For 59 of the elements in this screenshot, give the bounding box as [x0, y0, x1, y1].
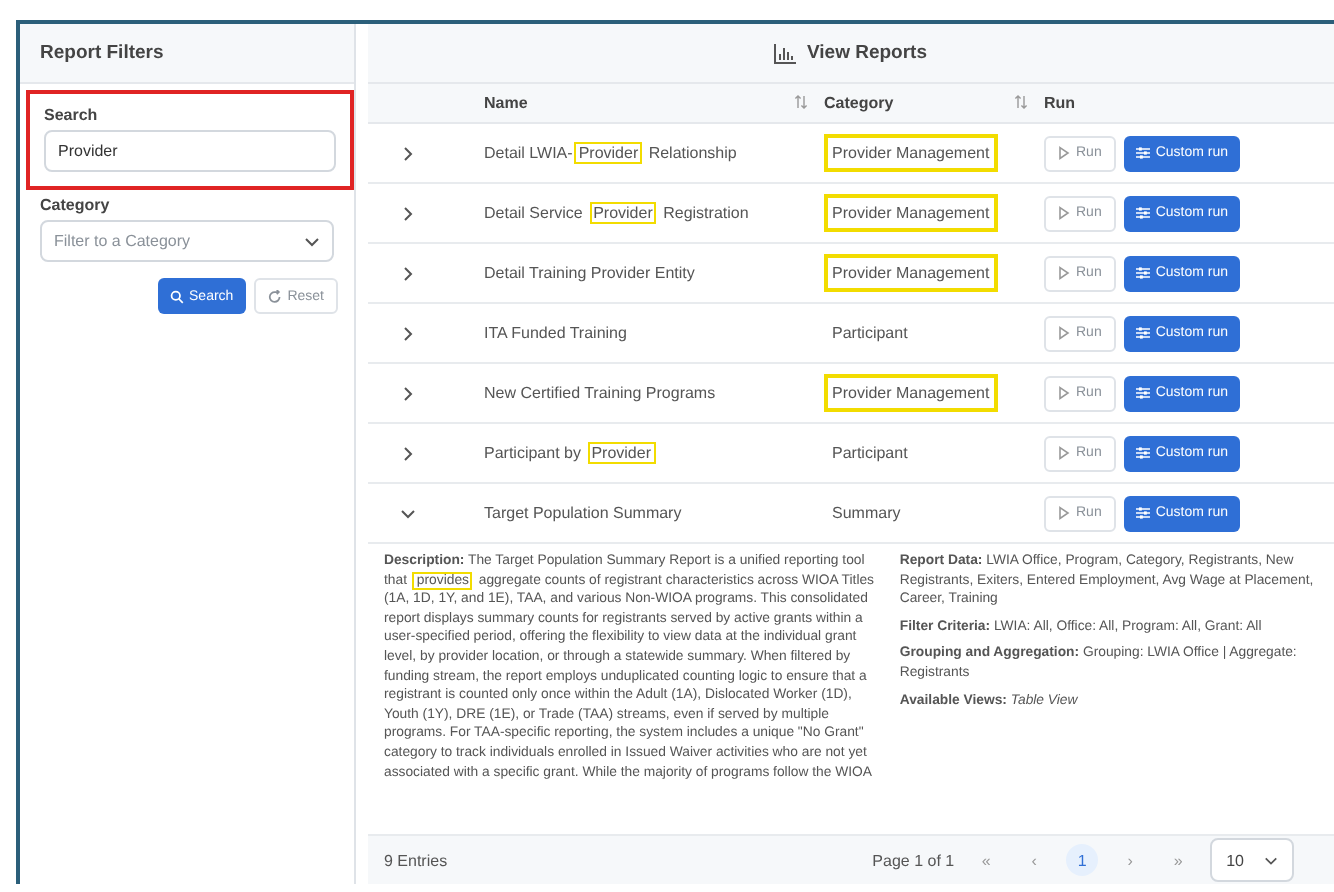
first-page-button[interactable]: « — [970, 844, 1003, 876]
play-icon — [1058, 446, 1070, 460]
chevron-icon[interactable] — [304, 233, 320, 249]
report-name: ITA Funded Training — [484, 324, 629, 342]
sliders-icon — [1135, 266, 1150, 280]
play-icon — [1058, 386, 1070, 400]
report-name: Detail LWIA- Provider Relationship — [484, 144, 739, 162]
play-icon — [1058, 266, 1070, 280]
chevron-icon — [1264, 853, 1278, 867]
play-icon — [1058, 506, 1070, 520]
category-cell: Provider Management — [824, 194, 998, 232]
category-cell: Provider Management — [824, 254, 998, 292]
sliders-icon — [1135, 446, 1150, 460]
sliders-icon — [1135, 206, 1150, 220]
column-header[interactable]: Category — [824, 94, 894, 112]
panel-title: View Reports — [806, 42, 927, 64]
expand-chevron-icon[interactable] — [400, 265, 416, 281]
report-name: New Certified Training Programs — [484, 384, 718, 402]
bar-chart-icon — [774, 43, 797, 63]
report-name: Detail Training Provider Entity — [484, 264, 697, 282]
collapse-chevron-icon[interactable] — [400, 505, 416, 521]
entries-count: 9 Entries — [384, 851, 450, 869]
report-name: Target Population Summary — [484, 504, 684, 522]
expand-chevron-icon[interactable] — [400, 445, 416, 461]
category-cell-text: Participant — [830, 322, 910, 346]
panel-title: Report Filters — [20, 24, 354, 84]
expand-chevron-icon[interactable] — [400, 385, 416, 401]
category-cell-text: Summary — [830, 502, 903, 526]
previous-page-button[interactable]: ‹ — [1018, 844, 1051, 876]
page-size-select[interactable]: 10 — [1210, 838, 1294, 882]
sliders-icon — [1135, 386, 1150, 400]
expand-chevron-icon[interactable] — [400, 145, 416, 161]
search-icon — [169, 289, 184, 303]
category-cell: Provider Management — [824, 134, 998, 172]
field-label: Search — [44, 106, 100, 124]
sort-icon[interactable] — [1014, 94, 1028, 110]
sliders-icon — [1135, 506, 1150, 520]
category-dropdown[interactable]: Filter to a Category — [40, 220, 334, 262]
reset-icon — [267, 289, 282, 303]
page-button[interactable]: 1 — [1066, 844, 1099, 876]
category-cell-text: Participant — [830, 442, 910, 466]
report-name: Detail Service Provider Registration — [484, 204, 751, 222]
column-header: Run — [1044, 94, 1076, 112]
last-page-button[interactable]: » — [1162, 844, 1195, 876]
field-label: Category — [40, 196, 112, 214]
play-icon — [1058, 326, 1070, 340]
expand-chevron-icon[interactable] — [400, 325, 416, 341]
category-cell: Provider Management — [824, 374, 998, 412]
play-icon — [1058, 146, 1070, 160]
next-page-button[interactable]: › — [1114, 844, 1147, 876]
page-info: Page 1 of 1 — [872, 851, 955, 869]
report-name: Participant by Provider — [484, 444, 657, 462]
sort-icon[interactable] — [794, 94, 808, 110]
play-icon — [1058, 206, 1070, 220]
sliders-icon — [1135, 326, 1150, 340]
sliders-icon — [1135, 146, 1150, 160]
column-header[interactable]: Name — [484, 94, 528, 112]
expand-chevron-icon[interactable] — [400, 205, 416, 221]
search-field[interactable]: Provider — [44, 130, 336, 172]
